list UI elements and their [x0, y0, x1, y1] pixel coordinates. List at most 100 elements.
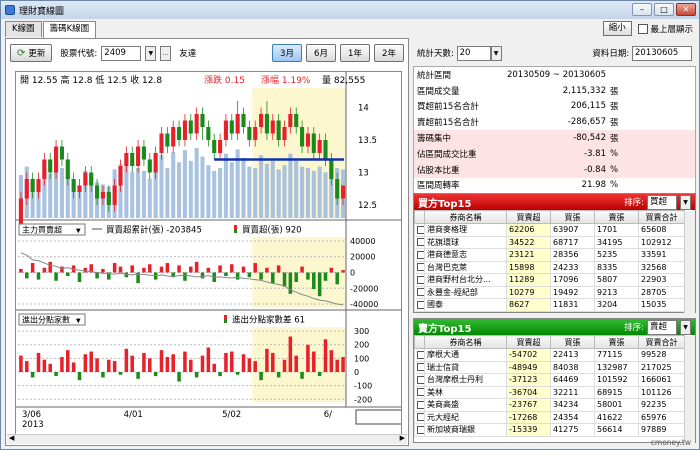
- candle-body: [30, 179, 35, 192]
- date-input[interactable]: 20130605: [632, 45, 692, 61]
- row-checkbox[interactable]: [417, 400, 424, 409]
- select-column-header: [414, 335, 425, 349]
- volume-bar: [282, 165, 287, 218]
- price-tick-label: 13: [358, 169, 369, 179]
- buy-table-row[interactable]: 港商野村台北分... 11289 17096 5807 22903: [414, 273, 685, 287]
- row-checkbox[interactable]: [417, 238, 424, 247]
- buy-sort-select[interactable]: 買超: [647, 194, 677, 210]
- net-bar: [25, 272, 29, 279]
- column-header[interactable]: 買張: [550, 210, 595, 224]
- branch-bar: [259, 372, 263, 381]
- stats-row: 區間周轉率 21.98%: [414, 178, 695, 194]
- days-dropdown-icon[interactable]: ▼: [490, 45, 502, 61]
- ontop-toggle[interactable]: 最上層顯示: [637, 23, 693, 35]
- row-checkbox[interactable]: [417, 375, 424, 384]
- sell-table-row[interactable]: 元大經紀 -17268 24354 41622 65976: [414, 410, 685, 424]
- row-checkbox[interactable]: [417, 225, 424, 234]
- right-panel: 統計天數: 20 ▼ 資料日期: 20130605 統計區間 20130509 ~ …: [413, 38, 696, 446]
- maximize-button[interactable]: □: [654, 3, 674, 16]
- branch-bar: [341, 357, 345, 372]
- table-cell: 64469: [550, 373, 595, 387]
- range-2y-button[interactable]: 2年: [374, 44, 404, 62]
- range-6m-button[interactable]: 6月: [306, 44, 336, 62]
- window-title: 理財寶線圖: [19, 6, 65, 17]
- column-header[interactable]: 賣張: [594, 335, 639, 349]
- buy-sort-dropdown-icon[interactable]: ▼: [680, 194, 691, 210]
- kline-chart[interactable]: 開 12.55 高 12.8 低 12.5 收 12.8 漲跌 0.15 漲幅 …: [15, 71, 402, 440]
- chart-horizontal-scrollbar[interactable]: ◀ ▶: [7, 434, 407, 444]
- sell-table-row[interactable]: 摩根大通 -54702 22413 77115 99528: [414, 348, 685, 362]
- svg-text:買賣超累計(張) -203845: 買賣超累計(張) -203845: [106, 225, 202, 236]
- stock-code-input[interactable]: 2409: [101, 45, 142, 61]
- candle-body: [241, 114, 246, 127]
- column-header[interactable]: 買賣超: [506, 335, 551, 349]
- scroll-right-icon[interactable]: ▶: [400, 434, 405, 442]
- row-checkbox[interactable]: [417, 425, 424, 434]
- sell-sort-dropdown-icon[interactable]: ▼: [680, 319, 691, 335]
- buy-table-scrollbar[interactable]: [684, 211, 695, 313]
- checkbox-cell: [414, 273, 425, 287]
- row-checkbox[interactable]: [417, 388, 424, 397]
- row-checkbox[interactable]: [417, 413, 424, 422]
- shrink-button[interactable]: 縮小: [602, 21, 632, 36]
- row-checkbox[interactable]: [417, 288, 424, 297]
- checkbox-cell: [414, 260, 425, 274]
- stats-table: 統計區間 20130509 ~ 20130605 區間成交量 2,115,332 張買超…: [413, 66, 696, 195]
- candle-body: [118, 166, 123, 186]
- row-checkbox[interactable]: [417, 300, 424, 309]
- column-header[interactable]: 券商名稱: [424, 335, 507, 349]
- ontop-checkbox[interactable]: [637, 24, 648, 34]
- column-header[interactable]: 買張: [550, 335, 595, 349]
- buy-table-row[interactable]: 永豐金-經紀部 10279 19492 9213 28705: [414, 285, 685, 299]
- sell-table-row[interactable]: 美商高盛 -23767 34234 58001 92235: [414, 398, 685, 412]
- table-cell: 9213: [594, 285, 639, 299]
- scroll-left-icon[interactable]: ◀: [9, 434, 14, 442]
- tab-chip-kline[interactable]: 籌碼K線圖: [42, 21, 97, 38]
- net-bar: [101, 268, 105, 273]
- row-checkbox[interactable]: [417, 250, 424, 259]
- sell-table-row[interactable]: 美林 -36704 32211 68915 101126: [414, 385, 685, 399]
- stock-code-dropdown[interactable]: ▼: [145, 45, 157, 61]
- sell-table-row[interactable]: 新加坡商瑞銀 -15339 41275 56614 97889: [414, 423, 685, 437]
- row-checkbox[interactable]: [417, 363, 424, 372]
- sell-table-row[interactable]: 瑞士信貸 -48949 84038 132987 217025: [414, 360, 685, 374]
- checkbox-cell: [414, 298, 425, 312]
- range-1y-button[interactable]: 1年: [340, 44, 370, 62]
- buy-table-row[interactable]: 花旗環球 34522 68717 34195 102912: [414, 235, 685, 249]
- branch-bar: [235, 372, 240, 375]
- column-header[interactable]: 券商名稱: [424, 210, 507, 224]
- net-bar: [241, 266, 246, 273]
- days-select[interactable]: 20: [456, 45, 491, 61]
- buy-table-row[interactable]: 港商德意志 23121 28356 5235 33591: [414, 248, 685, 262]
- row-checkbox[interactable]: [417, 263, 424, 272]
- tab-kline[interactable]: K線圖: [5, 21, 42, 37]
- table-cell: 8627: [506, 298, 551, 312]
- row-checkbox[interactable]: [417, 275, 424, 284]
- checkbox-cell: [414, 235, 425, 249]
- buy-table-row[interactable]: 台灣巴克萊 15898 24233 8335 32568: [414, 260, 685, 274]
- column-header[interactable]: 買賣合計: [638, 210, 685, 224]
- range-3m-button[interactable]: 3月: [272, 44, 302, 62]
- svg-text:開 12.55 高 12.8 低 12.5 收 12.: 開 12.55 高 12.8 低 12.5 收 12.8: [20, 74, 162, 86]
- close-button[interactable]: ✕: [676, 3, 696, 16]
- row-checkbox[interactable]: [417, 350, 424, 359]
- column-header[interactable]: 買賣合計: [638, 335, 685, 349]
- column-header[interactable]: 賣張: [594, 210, 639, 224]
- update-button[interactable]: ⟳ 更新: [10, 44, 53, 62]
- volume-bar: [206, 165, 211, 218]
- stats-value: -286,657: [567, 117, 606, 128]
- stock-search-button[interactable]: …: [160, 45, 172, 61]
- column-header[interactable]: 買賣超: [506, 210, 551, 224]
- branch-legend-value: 61: [294, 316, 305, 326]
- sell-sort-select[interactable]: 賣超: [647, 319, 677, 335]
- table-cell: 美林: [424, 385, 507, 399]
- sell-top15-table: 券商名稱 買賣超 買張 賣張 買賣合計 摩根大通 -54702 22413 77115 99528…: [414, 335, 685, 437]
- minimize-button[interactable]: –: [632, 3, 652, 16]
- volume-bar: [270, 160, 275, 218]
- branch-bar: [83, 354, 88, 372]
- sell-table-row[interactable]: 台灣摩根士丹利 -37123 64469 101592 166061: [414, 373, 685, 387]
- checkbox-cell: [414, 360, 425, 374]
- buy-table-row[interactable]: 國泰 8627 11831 3204 15035: [414, 298, 685, 312]
- sell-table-scrollbar[interactable]: [684, 336, 695, 443]
- buy-table-row[interactable]: 港商麥格理 62206 63907 1701 65608: [414, 223, 685, 237]
